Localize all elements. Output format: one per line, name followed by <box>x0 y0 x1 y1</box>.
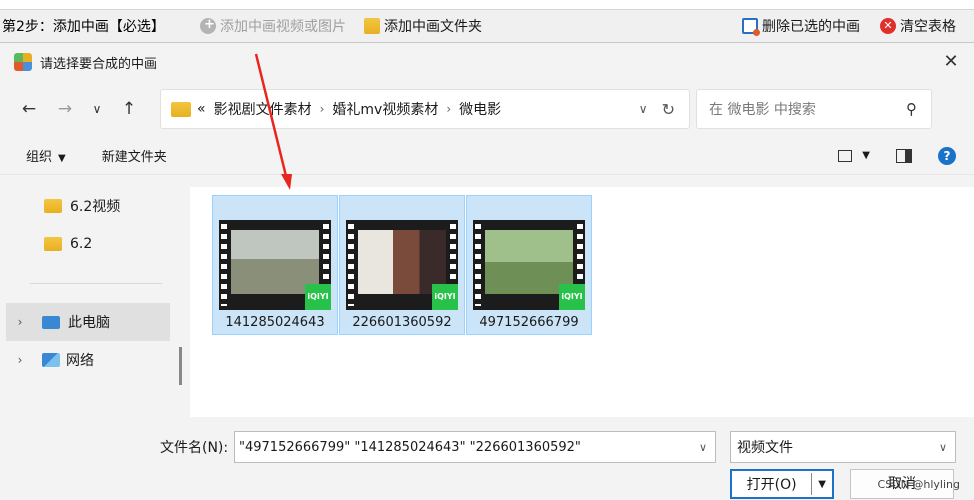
folder-icon <box>44 199 62 213</box>
view-options-icon[interactable] <box>838 149 853 162</box>
computer-icon <box>42 315 60 329</box>
breadcrumb-item[interactable]: 婚礼mv视频素材 <box>332 99 438 119</box>
dialog-titlebar: 请选择要合成的中画 ✕ <box>0 43 974 81</box>
video-thumbnail: iQIYI <box>346 220 458 310</box>
nav-item-network[interactable]: › 网络 <box>6 341 170 379</box>
preview-pane-icon[interactable] <box>896 148 912 163</box>
chevron-down-icon: ∨ <box>938 440 947 454</box>
iqiyi-badge: iQIYI <box>432 284 458 310</box>
film-strip-icon <box>475 224 481 306</box>
new-folder-button[interactable]: 新建文件夹 <box>102 146 167 165</box>
address-bar[interactable]: « 影视剧文件素材 › 婚礼mv视频素材 › 微电影 ∨ ↻ <box>160 89 690 129</box>
open-dropdown-icon[interactable]: ▼ <box>812 479 832 490</box>
search-icon: ⚲ <box>906 100 917 118</box>
iqiyi-badge: iQIYI <box>305 284 331 310</box>
dialog-body: 6.2视频 6.2 › 此电脑 › 网络 iQIYI 141285024643 … <box>0 187 974 417</box>
chevron-down-icon[interactable]: ∨ <box>699 441 707 454</box>
nav-item-folder[interactable]: 6.2 <box>0 225 172 263</box>
delete-selected-button[interactable]: 删除已选的中画 <box>738 13 864 39</box>
breadcrumb-separator-icon: › <box>319 102 325 116</box>
file-list: iQIYI 141285024643 iQIYI 226601360592 iQ… <box>190 187 974 417</box>
breadcrumb-separator-icon: › <box>446 102 452 116</box>
file-type-select[interactable]: 视频文件 ∨ <box>730 431 956 463</box>
film-strip-icon <box>221 224 227 306</box>
breadcrumb-overflow[interactable]: « <box>197 101 206 117</box>
dialog-footer: 文件名(N): "497152666799" "141285024643" "2… <box>0 417 974 500</box>
nav-item-label: 6.2视频 <box>70 199 121 215</box>
nav-scrollbar[interactable] <box>179 347 182 385</box>
help-icon[interactable]: ? <box>938 146 956 165</box>
file-type-value: 视频文件 <box>737 440 793 456</box>
file-name: 497152666799 <box>479 315 579 330</box>
close-button[interactable]: ✕ <box>928 43 974 81</box>
delete-list-icon <box>742 18 760 36</box>
app-top-strip <box>0 0 974 10</box>
filename-label: 文件名(N): <box>160 440 229 456</box>
address-dropdown-icon[interactable]: ∨ <box>639 102 648 116</box>
add-circle-icon <box>200 17 216 34</box>
refresh-icon[interactable]: ↻ <box>662 100 675 119</box>
file-name: 226601360592 <box>352 315 452 330</box>
recent-locations-chevron-icon[interactable]: ∨ <box>86 98 108 120</box>
expand-chevron-icon[interactable]: › <box>6 353 34 367</box>
caret-down-icon[interactable]: ▼ <box>862 150 870 161</box>
step-label: 第2步：添加中画【必选】 <box>2 19 165 35</box>
search-placeholder: 在 微电影 中搜索 <box>709 102 816 118</box>
clear-icon: ✕ <box>880 18 896 34</box>
file-name: 141285024643 <box>225 315 325 330</box>
watermark: CSDN @hlyling <box>877 478 960 491</box>
folder-add-icon <box>364 18 380 34</box>
pane-splitter[interactable] <box>172 187 190 417</box>
search-input[interactable]: 在 微电影 中搜索 ⚲ <box>696 89 932 129</box>
clear-table-button[interactable]: ✕ 清空表格 <box>876 13 960 39</box>
open-button[interactable]: 打开(O) ▼ <box>730 469 834 499</box>
back-arrow-icon[interactable]: ← <box>18 98 40 120</box>
nav-item-folder[interactable]: 6.2视频 <box>0 187 172 225</box>
nav-item-this-pc[interactable]: › 此电脑 <box>6 303 170 341</box>
nav-item-label: 6.2 <box>70 236 93 252</box>
video-thumbnail: iQIYI <box>219 220 331 310</box>
navigation-row: ← → ∨ ↑ « 影视剧文件素材 › 婚礼mv视频素材 › 微电影 ∨ ↻ 在… <box>0 81 974 137</box>
clear-table-label: 清空表格 <box>900 19 956 35</box>
iqiyi-badge: iQIYI <box>559 284 585 310</box>
organize-label: 组织 <box>26 150 53 165</box>
add-folder-button[interactable]: 添加中画文件夹 <box>360 13 520 39</box>
add-video-label: 添加中画视频或图片 <box>220 19 346 35</box>
folder-icon <box>171 101 191 117</box>
delete-selected-label: 删除已选的中画 <box>762 19 860 35</box>
filename-field[interactable]: "497152666799" "141285024643" "226601360… <box>234 431 716 463</box>
network-icon <box>42 353 60 367</box>
nav-item-label: 此电脑 <box>68 315 110 331</box>
file-item[interactable]: iQIYI 226601360592 <box>339 195 465 335</box>
video-thumbnail: iQIYI <box>473 220 585 310</box>
caret-down-icon: ▼ <box>58 153 66 164</box>
add-folder-label: 添加中画文件夹 <box>384 19 482 35</box>
expand-chevron-icon[interactable]: › <box>6 315 34 329</box>
app-icon <box>14 53 32 71</box>
nav-divider <box>30 283 162 284</box>
breadcrumb-item[interactable]: 微电影 <box>459 99 501 119</box>
file-open-dialog: 请选择要合成的中画 ✕ ← → ∨ ↑ « 影视剧文件素材 › 婚礼mv视频素材… <box>0 42 974 500</box>
up-arrow-icon[interactable]: ↑ <box>118 98 140 120</box>
command-bar: 组织 ▼ 新建文件夹 ▼ ? <box>0 137 974 175</box>
filename-value: "497152666799" "141285024643" "226601360… <box>239 439 581 455</box>
film-strip-icon <box>348 224 354 306</box>
navigation-pane: 6.2视频 6.2 › 此电脑 › 网络 <box>0 187 172 417</box>
file-item[interactable]: iQIYI 141285024643 <box>212 195 338 335</box>
folder-icon <box>44 237 62 251</box>
open-label: 打开(O) <box>746 477 797 493</box>
add-video-button[interactable]: 添加中画视频或图片 <box>196 13 360 39</box>
organize-menu[interactable]: 组织 ▼ <box>26 146 66 165</box>
nav-item-label: 网络 <box>66 353 94 369</box>
file-item[interactable]: iQIYI 497152666799 <box>466 195 592 335</box>
forward-arrow-icon[interactable]: → <box>54 98 76 120</box>
app-toolbar: 第2步：添加中画【必选】 添加中画视频或图片 添加中画文件夹 删除已选的中画 ✕… <box>0 10 974 42</box>
dialog-title: 请选择要合成的中画 <box>40 56 158 72</box>
breadcrumb-item[interactable]: 影视剧文件素材 <box>214 99 312 119</box>
